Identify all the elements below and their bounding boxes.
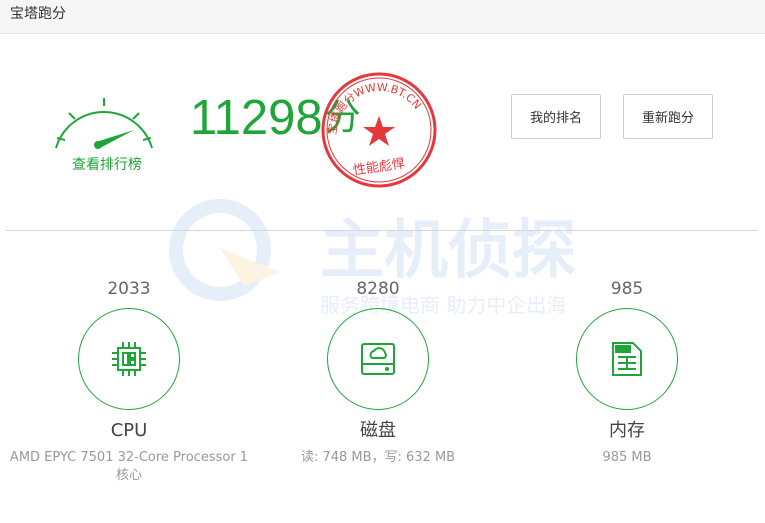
disk-score: 8280 [356,279,400,299]
divider [6,230,758,231]
cpu-detail: AMD EPYC 7501 32-Core Processor 1 核心 [9,450,249,483]
chip-icon [112,342,146,376]
memory-label: 内存 [609,420,645,441]
hard-disk-icon [361,343,395,375]
disk-detail: 读: 748 MB，写: 632 MB [300,450,456,465]
memory-icon [612,342,642,376]
disk-stat: 8280 磁盘 读: 748 MB，写: 632 MB [258,278,498,467]
stamp-star-icon [363,116,395,146]
stamp-seal: 宝塔跑分WWW.BT.CN 性能彪悍 [321,72,437,188]
window-title: 宝塔跑分 [10,6,66,22]
disk-label: 磁盘 [360,420,396,441]
memory-icon-ring [576,308,678,410]
memory-detail: 985 MB [602,450,652,465]
ranking-link[interactable]: 查看排行榜 [62,154,152,174]
title-bar: 宝塔跑分 [0,0,765,34]
rerun-benchmark-button[interactable]: 重新跑分 [623,94,713,139]
stamp-bottom-text: 性能彪悍 [352,156,406,178]
my-rank-button[interactable]: 我的排名 [511,94,601,139]
cpu-label: CPU [110,420,148,441]
cpu-icon-ring [78,308,180,410]
memory-stat: 985 内存 985 MB [507,278,747,467]
cpu-stat: 2033 CPU AMD EPYC 7501 32-Core Processor… [9,278,249,485]
score-value: 11298 [190,91,323,145]
cpu-score: 2033 [107,279,151,299]
speed-gauge-icon [55,98,153,149]
disk-icon-ring [327,308,429,410]
watermark-title: 主机侦探 [320,214,576,288]
memory-score: 985 [610,279,644,299]
